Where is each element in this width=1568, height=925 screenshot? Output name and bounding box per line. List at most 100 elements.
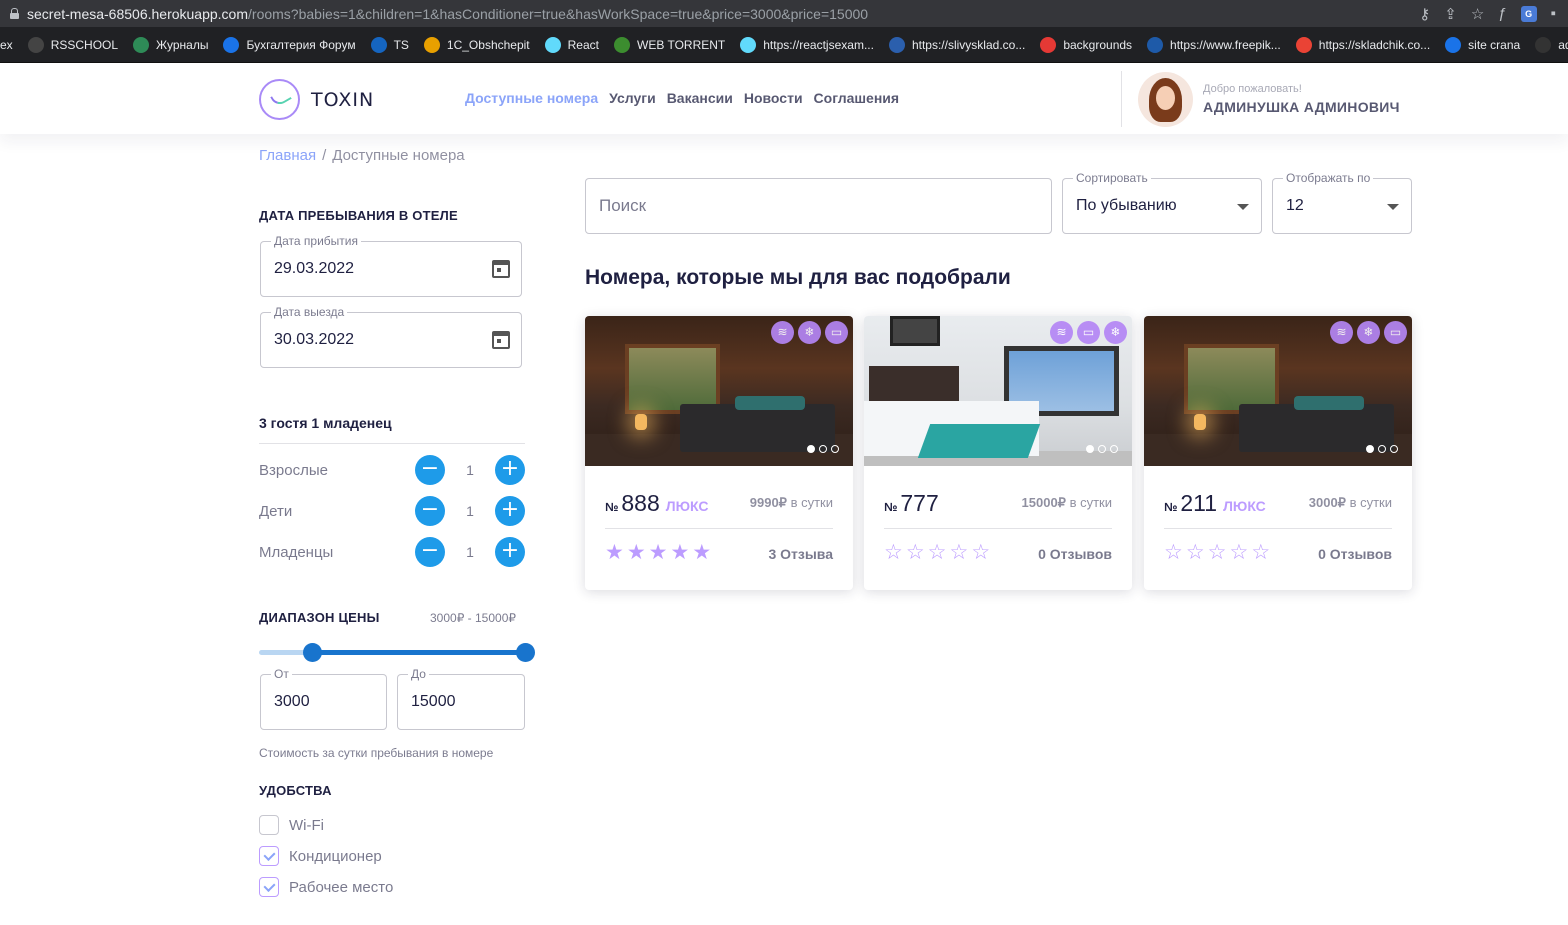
increment-button[interactable]: + bbox=[495, 496, 525, 526]
star-filled-icon: ★ bbox=[626, 540, 646, 564]
bookmark-item[interactable]: ad bbox=[1535, 36, 1568, 53]
bookmark-item[interactable]: site crana bbox=[1445, 36, 1520, 53]
decrement-button[interactable]: − bbox=[415, 537, 445, 567]
amenity-label: Рабочее место bbox=[289, 878, 394, 896]
puzzle-icon[interactable]: ▪ bbox=[1551, 5, 1556, 22]
slider-handle-min[interactable] bbox=[303, 643, 323, 662]
guest-count: 1 bbox=[466, 503, 474, 519]
amenity-checkbox[interactable]: Рабочее место bbox=[259, 877, 393, 897]
dot[interactable] bbox=[819, 445, 827, 453]
slider-dots[interactable] bbox=[807, 445, 839, 453]
user-profile[interactable]: Добро пожаловать! АДМИНУШКА АДМИНОВИЧ bbox=[1121, 71, 1400, 127]
room-photo[interactable]: ≋ ❄ ▭ bbox=[1144, 316, 1412, 466]
bookmark-item[interactable]: Бухгалтерия Форум bbox=[223, 36, 356, 53]
star-outline-icon: ☆ bbox=[1251, 540, 1271, 564]
share-icon[interactable]: ⇪ bbox=[1444, 5, 1457, 23]
increment-button[interactable]: + bbox=[495, 455, 525, 485]
room-price-unit: в сутки bbox=[1349, 495, 1392, 510]
departure-date-field[interactable]: Дата выезда 30.03.2022 bbox=[260, 305, 522, 368]
rooms-title: Номера, которые мы для вас подобрали bbox=[585, 266, 1011, 289]
price-slider[interactable] bbox=[259, 643, 535, 662]
per-page-select[interactable]: Отображать по 12 bbox=[1272, 171, 1412, 234]
calendar-icon[interactable] bbox=[492, 260, 510, 278]
calendar-icon[interactable] bbox=[492, 331, 510, 349]
decrement-button[interactable]: − bbox=[415, 455, 445, 485]
dot[interactable] bbox=[1110, 445, 1118, 453]
bookmark-item[interactable]: React bbox=[544, 36, 599, 53]
guest-row-babies: Младенцы − 1 + bbox=[259, 537, 525, 567]
reviews-count[interactable]: 0 Отзывов bbox=[1038, 546, 1112, 562]
monitor-icon: ▭ bbox=[1077, 321, 1100, 344]
reviews-count[interactable]: 3 Отзыва bbox=[768, 546, 833, 562]
star-outline-icon: ☆ bbox=[1185, 540, 1205, 564]
nav-agreements[interactable]: Соглашения bbox=[814, 90, 900, 106]
checkbox-checked-icon[interactable] bbox=[259, 877, 279, 897]
nav-vacancies[interactable]: Вакансии bbox=[667, 90, 733, 106]
departure-date-value: 30.03.2022 bbox=[274, 331, 355, 348]
bookmark-item[interactable]: 1C_Obshchepit bbox=[423, 36, 530, 53]
bookmark-label: React bbox=[567, 37, 599, 52]
bookmark-item[interactable]: TS bbox=[370, 36, 409, 53]
nav-rooms[interactable]: Доступные номера bbox=[465, 90, 598, 106]
dot[interactable] bbox=[831, 445, 839, 453]
search-input[interactable]: Поиск bbox=[585, 178, 1052, 234]
guests-dropdown[interactable]: 3 гостя 1 младенец bbox=[259, 415, 392, 431]
room-card[interactable]: ≋ ▭ ❄ № 777 15000₽ в сутки ☆ ☆ ☆ ☆ ☆ 0 Отзывов bbox=[864, 316, 1132, 590]
room-number: 777 bbox=[900, 490, 939, 516]
bookmark-item[interactable]: https://skladchik.co... bbox=[1295, 36, 1430, 53]
address-bar[interactable]: secret-mesa-68506.herokuapp.com/rooms?ba… bbox=[0, 0, 1568, 27]
bookmark-item[interactable]: WEB TORRENT bbox=[614, 36, 725, 53]
bookmark-item[interactable]: https://reactjsexam... bbox=[740, 36, 874, 53]
sort-select[interactable]: Сортировать По убыванию bbox=[1062, 171, 1262, 234]
bookmark-item[interactable]: Журналы bbox=[133, 36, 208, 53]
room-card[interactable]: ≋ ❄ ▭ № 211 люкс 3000₽ в сутки ☆ ☆ ☆ ☆ ☆ 0 Отзывов bbox=[1144, 316, 1412, 590]
slider-dots[interactable] bbox=[1366, 445, 1398, 453]
bookmark-favicon-icon bbox=[544, 36, 561, 53]
checkbox-icon[interactable] bbox=[259, 815, 279, 835]
nav-news[interactable]: Новости bbox=[744, 90, 803, 106]
checkbox-checked-icon[interactable] bbox=[259, 846, 279, 866]
bookmark-item[interactable]: https://www.freepik... bbox=[1147, 36, 1281, 53]
translate-icon[interactable]: G bbox=[1520, 5, 1537, 22]
key-icon[interactable]: ⚷ bbox=[1419, 5, 1430, 23]
bookmark-item[interactable]: RSSCHOOL bbox=[27, 36, 118, 53]
room-number-sign: № bbox=[1164, 500, 1178, 514]
price-to-field[interactable]: До 15000 bbox=[397, 667, 525, 730]
logo[interactable]: TOXIN bbox=[259, 79, 374, 120]
star-outline-icon: ☆ bbox=[1207, 540, 1227, 564]
star-icon[interactable]: ☆ bbox=[1471, 5, 1484, 23]
room-photo[interactable]: ≋ ❄ ▭ bbox=[585, 316, 853, 466]
slider-dots[interactable] bbox=[1086, 445, 1118, 453]
room-price: 15000₽ в сутки bbox=[1022, 495, 1112, 511]
dot[interactable] bbox=[807, 445, 815, 453]
dot[interactable] bbox=[1366, 445, 1374, 453]
dot[interactable] bbox=[1378, 445, 1386, 453]
slider-handle-max[interactable] bbox=[516, 643, 535, 662]
bookmark-item[interactable]: ex bbox=[0, 38, 13, 52]
welcome-text: Добро пожаловать! bbox=[1203, 83, 1302, 95]
reviews-count[interactable]: 0 Отзывов bbox=[1318, 546, 1392, 562]
room-badges: ≋ ▭ ❄ bbox=[1050, 321, 1127, 344]
amenity-checkbox[interactable]: Wi-Fi bbox=[259, 815, 324, 835]
bookmark-item[interactable]: backgrounds bbox=[1040, 36, 1132, 53]
increment-button[interactable]: + bbox=[495, 537, 525, 567]
url-path: /rooms?babies=1&children=1&hasConditione… bbox=[248, 5, 869, 22]
star-outline-icon: ☆ bbox=[884, 540, 903, 564]
dot[interactable] bbox=[1098, 445, 1106, 453]
formula-icon[interactable]: ƒ bbox=[1498, 5, 1506, 22]
breadcrumb-home[interactable]: Главная bbox=[259, 147, 316, 164]
monitor-icon: ▭ bbox=[1384, 321, 1407, 344]
nav-services[interactable]: Услуги bbox=[609, 90, 656, 106]
decrement-button[interactable]: − bbox=[415, 496, 445, 526]
room-photo[interactable]: ≋ ▭ ❄ bbox=[864, 316, 1132, 466]
price-from-field[interactable]: От 3000 bbox=[260, 667, 387, 730]
guest-count: 1 bbox=[466, 462, 474, 478]
arrival-date-field[interactable]: Дата прибытия 29.03.2022 bbox=[260, 234, 522, 297]
bookmark-label: https://www.freepik... bbox=[1170, 37, 1281, 52]
room-card[interactable]: ≋ ❄ ▭ № 888 люкс 9990₽ в сутки ★ ★ ★ ★ ★ 3 Отзыва bbox=[585, 316, 853, 590]
bookmark-item[interactable]: https://slivysklad.co... bbox=[888, 36, 1025, 53]
amenity-checkbox[interactable]: Кондиционер bbox=[259, 846, 382, 866]
dot[interactable] bbox=[1086, 445, 1094, 453]
guest-row-children: Дети − 1 + bbox=[259, 496, 525, 526]
dot[interactable] bbox=[1390, 445, 1398, 453]
